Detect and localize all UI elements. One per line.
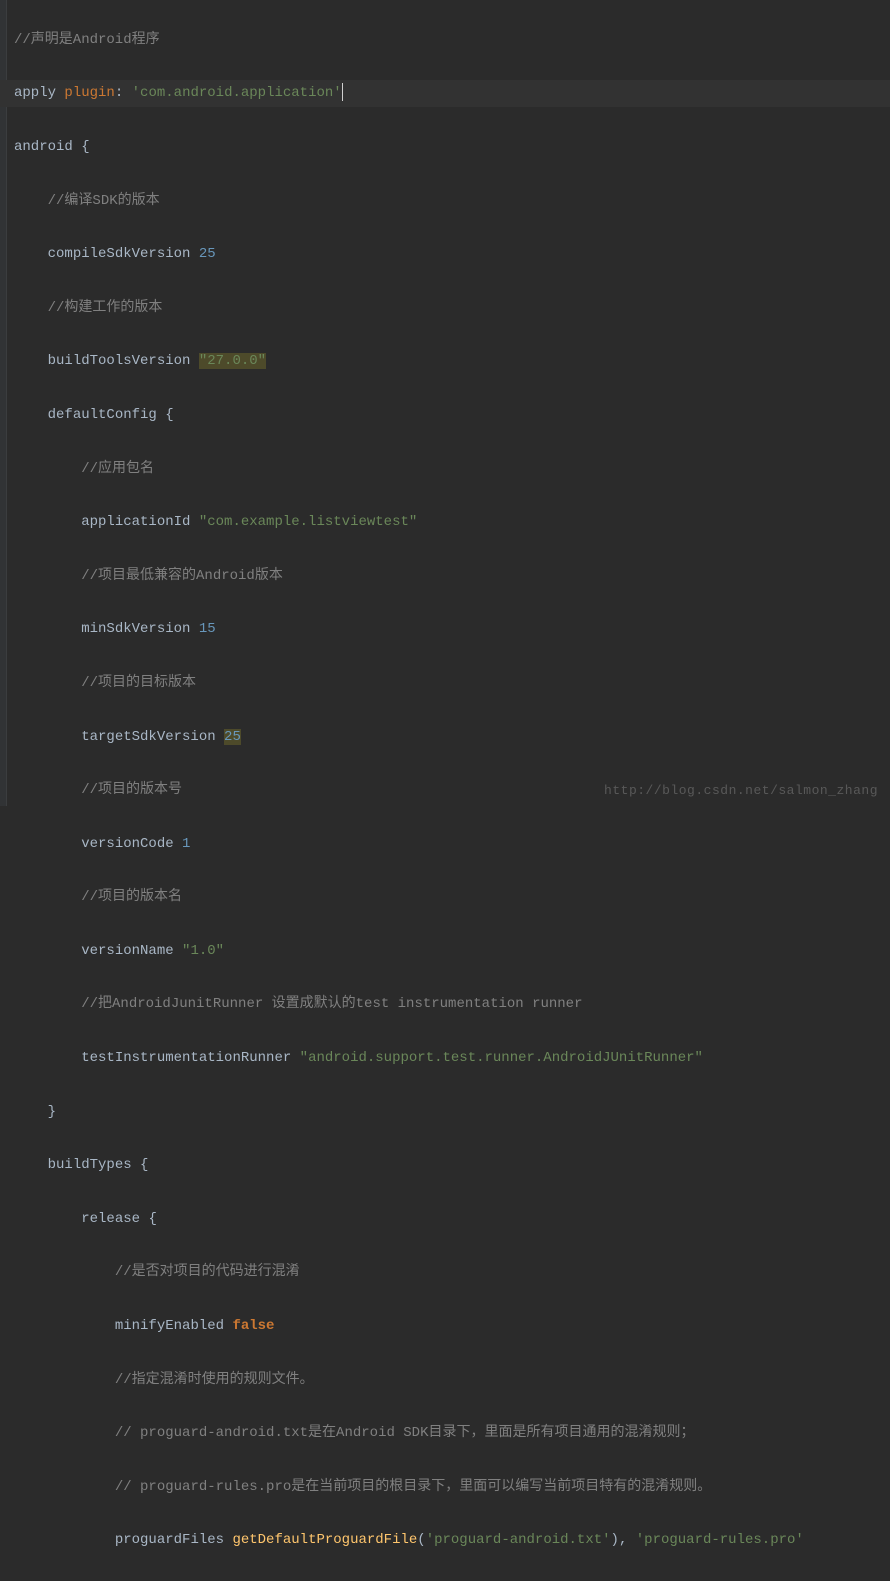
code-line[interactable]: //指定混淆时使用的规则文件。 — [0, 1367, 890, 1394]
ident: testInstrumentationRunner — [81, 1050, 291, 1066]
ident: release — [81, 1211, 140, 1227]
comment: //构建工作的版本 — [48, 300, 163, 316]
ident: applicationId — [81, 514, 190, 530]
code-line[interactable]: //编译SDK的版本 — [0, 188, 890, 215]
cursor-icon — [342, 83, 343, 101]
string: "27.0.0" — [199, 353, 266, 369]
ident: buildTypes — [48, 1157, 132, 1173]
comment: //项目最低兼容的Android版本 — [81, 568, 283, 584]
keyword-apply: apply — [14, 85, 56, 101]
code-line[interactable]: testInstrumentationRunner "android.suppo… — [0, 1045, 890, 1072]
string: 'com.android.application' — [132, 85, 342, 101]
code-line[interactable]: //应用包名 — [0, 456, 890, 483]
comment: //项目的目标版本 — [81, 675, 196, 691]
code-line[interactable]: targetSdkVersion 25 — [0, 724, 890, 751]
code-line[interactable]: //把AndroidJunitRunner 设置成默认的test instrum… — [0, 991, 890, 1018]
comment: //声明是Android程序 — [14, 32, 160, 48]
keyword-plugin: plugin — [64, 85, 114, 101]
code-line[interactable]: android { — [0, 134, 890, 161]
number: 15 — [199, 621, 216, 637]
code-line[interactable]: compileSdkVersion 25 — [0, 241, 890, 268]
code-line[interactable]: versionCode 1 — [0, 831, 890, 858]
code-line[interactable]: minifyEnabled false — [0, 1313, 890, 1340]
string: 'proguard-rules.pro' — [636, 1532, 804, 1548]
ident: versionCode — [81, 836, 173, 852]
ident: proguardFiles — [115, 1532, 224, 1548]
string: "com.example.listviewtest" — [199, 514, 417, 530]
comment: //指定混淆时使用的规则文件。 — [115, 1372, 314, 1388]
comment: //编译SDK的版本 — [48, 193, 160, 209]
code-line[interactable]: defaultConfig { — [0, 402, 890, 429]
code-line[interactable]: //项目最低兼容的Android版本 — [0, 563, 890, 590]
string: "android.support.test.runner.AndroidJUni… — [300, 1050, 703, 1066]
code-line[interactable]: versionName "1.0" — [0, 938, 890, 965]
number: 1 — [182, 836, 190, 852]
number: 25 — [199, 246, 216, 262]
ident: minSdkVersion — [81, 621, 190, 637]
code-line[interactable]: // proguard-android.txt是在Android SDK目录下，… — [0, 1420, 890, 1447]
code-line[interactable]: //构建工作的版本 — [0, 295, 890, 322]
function-call: getDefaultProguardFile — [232, 1532, 417, 1548]
code-line[interactable]: //项目的目标版本 — [0, 670, 890, 697]
ident: minifyEnabled — [115, 1318, 224, 1334]
comment: // proguard-android.txt是在Android SDK目录下，… — [115, 1425, 695, 1441]
ident: defaultConfig — [48, 407, 157, 423]
code-line[interactable]: applicationId "com.example.listviewtest" — [0, 509, 890, 536]
comment: //把AndroidJunitRunner 设置成默认的test instrum… — [81, 996, 582, 1012]
brace-open: { — [148, 1211, 156, 1227]
ident: targetSdkVersion — [81, 729, 215, 745]
keyword-false: false — [232, 1318, 274, 1334]
comment: //项目的版本号 — [81, 782, 182, 798]
code-line[interactable]: } — [0, 1099, 890, 1126]
comment: //项目的版本名 — [81, 889, 182, 905]
comment: //是否对项目的代码进行混淆 — [115, 1264, 300, 1280]
code-line[interactable]: proguardFiles getDefaultProguardFile('pr… — [0, 1527, 890, 1554]
brace-open: { — [81, 139, 89, 155]
code-line[interactable]: // proguard-rules.pro是在当前项目的根目录下，里面可以编写当… — [0, 1474, 890, 1501]
brace-open: { — [165, 407, 173, 423]
code-line[interactable]: apply plugin: 'com.android.application' — [0, 80, 890, 107]
code-line[interactable]: //是否对项目的代码进行混淆 — [0, 1259, 890, 1286]
ident: buildToolsVersion — [48, 353, 191, 369]
string: 'proguard-android.txt' — [426, 1532, 611, 1548]
watermark: http://blog.csdn.net/salmon_zhang — [604, 783, 878, 798]
number: 25 — [224, 729, 241, 745]
ident-android: android — [14, 139, 73, 155]
brace-open: { — [140, 1157, 148, 1173]
comment: // proguard-rules.pro是在当前项目的根目录下，里面可以编写当… — [115, 1479, 711, 1495]
code-line[interactable]: //项目的版本名 — [0, 884, 890, 911]
code-line[interactable]: minSdkVersion 15 — [0, 616, 890, 643]
code-line[interactable]: release { — [0, 1206, 890, 1233]
ident: versionName — [81, 943, 173, 959]
ident: compileSdkVersion — [48, 246, 191, 262]
code-line[interactable]: buildTypes { — [0, 1152, 890, 1179]
code-line[interactable]: //声明是Android程序 — [0, 27, 890, 54]
brace-close: } — [48, 1104, 56, 1120]
string: "1.0" — [182, 943, 224, 959]
comment: //应用包名 — [81, 461, 154, 477]
code-line[interactable]: buildToolsVersion "27.0.0" — [0, 348, 890, 375]
